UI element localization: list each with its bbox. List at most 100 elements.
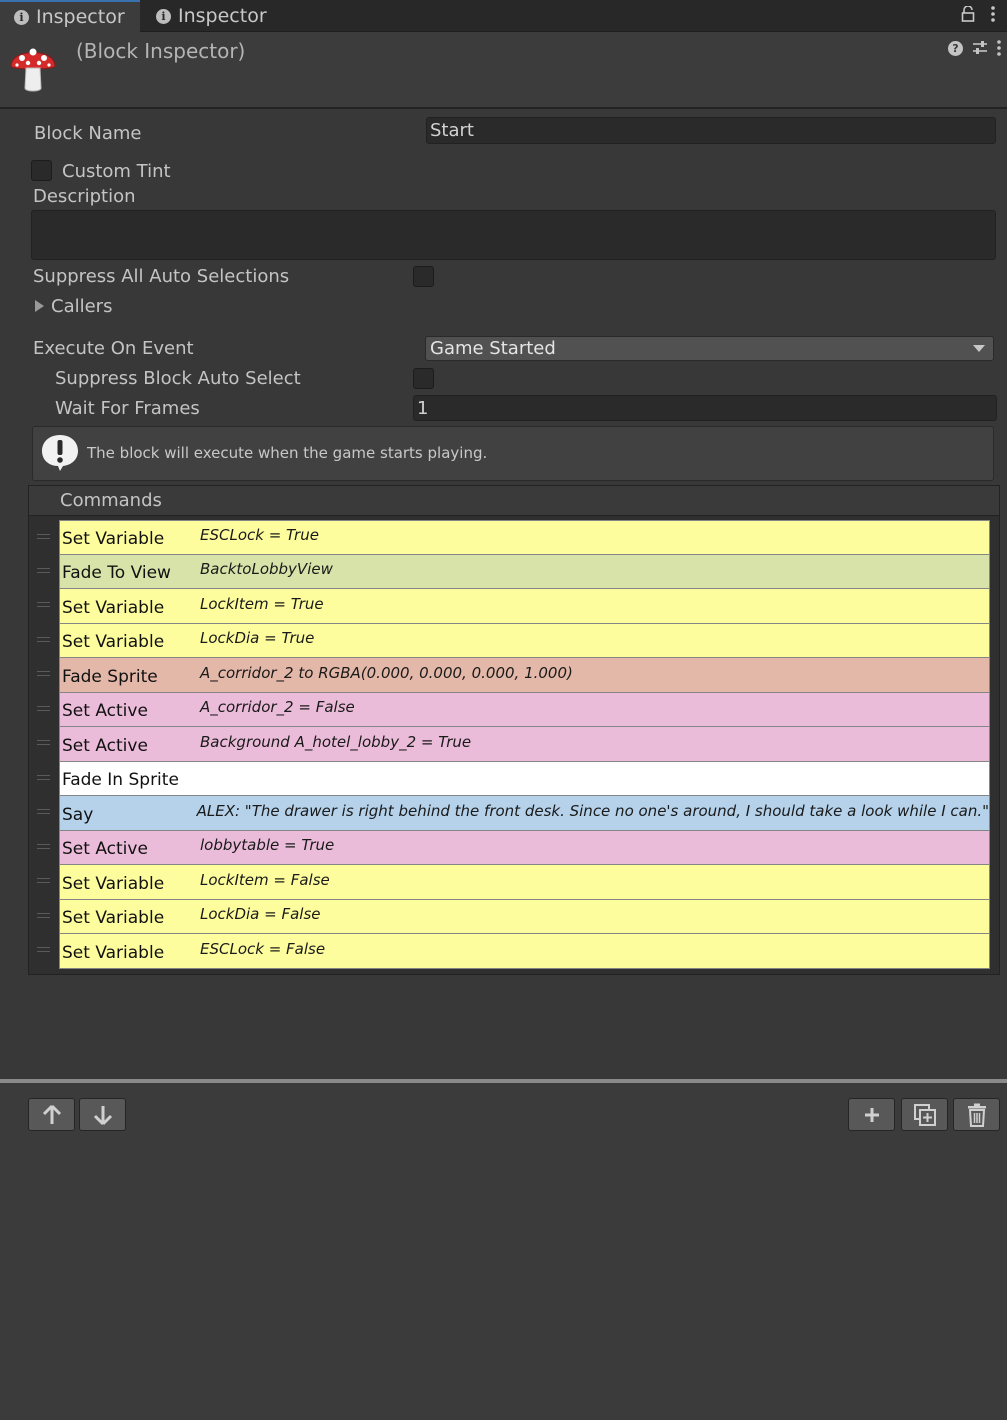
command-row[interactable]: Fade In Sprite — [37, 761, 990, 796]
help-icon[interactable]: ? — [948, 40, 963, 56]
callers-foldout-arrow-icon[interactable] — [35, 300, 44, 312]
wait-frames-label: Wait For Frames — [55, 398, 200, 419]
command-summary: Background A_hotel_lobby_2 = True — [200, 732, 472, 751]
tab-bar: i Inspector i Inspector — [0, 0, 1007, 32]
move-down-button[interactable] — [79, 1098, 126, 1131]
command-summary: LockItem = False — [200, 870, 330, 889]
presets-icon[interactable] — [972, 40, 988, 56]
command-name: Fade In Sprite — [62, 770, 179, 791]
chevron-down-icon — [973, 345, 985, 352]
drag-handle-icon[interactable] — [37, 740, 50, 745]
drag-handle-icon[interactable] — [37, 705, 50, 711]
delete-command-button[interactable] — [953, 1098, 1000, 1131]
drag-handle-icon[interactable] — [37, 602, 50, 607]
drag-handle-icon[interactable] — [37, 567, 50, 573]
command-summary: LockDia = False — [200, 905, 321, 924]
command-name: Set Variable — [62, 908, 165, 929]
execute-on-event-dropdown[interactable]: Game Started — [425, 336, 994, 361]
command-name: Set Variable — [62, 597, 165, 618]
command-row[interactable]: Set Variable ESCLock = False — [37, 934, 990, 969]
command-row[interactable]: Fade To View BacktoLobbyView — [37, 554, 990, 589]
suppress-all-label: Suppress All Auto Selections — [33, 266, 290, 287]
drag-handle-icon[interactable] — [37, 534, 50, 539]
command-summary: LockDia = True — [200, 629, 315, 648]
drag-handle-icon[interactable] — [37, 774, 50, 780]
drag-handle-icon[interactable] — [37, 636, 50, 642]
suppress-block-checkbox[interactable] — [413, 368, 434, 389]
drag-handle-icon[interactable] — [37, 809, 50, 814]
command-name: Fade To View — [62, 563, 171, 584]
command-summary: lobbytable = True — [200, 836, 335, 855]
command-toolbar — [0, 1083, 1007, 1420]
commands-header: Commands — [29, 486, 999, 516]
command-summary: A_corridor_2 to RGBA(0.000, 0.000, 0.000… — [200, 663, 573, 682]
command-row[interactable]: Fade Sprite A_corridor_2 to RGBA(0.000, 0… — [37, 658, 990, 693]
command-name: Say — [62, 804, 94, 825]
command-name: Set Variable — [62, 873, 165, 894]
command-row[interactable]: Set Variable LockDia = False — [37, 899, 990, 934]
command-summary: BacktoLobbyView — [200, 560, 333, 579]
command-row[interactable]: Set Variable LockItem = False — [37, 865, 990, 900]
plus-icon — [864, 1107, 879, 1122]
lock-icon[interactable] — [961, 6, 975, 22]
command-summary: ALEX: "The drawer is right behind the fr… — [196, 801, 989, 820]
command-row[interactable]: Set Active Background A_hotel_lobby_2 = T… — [37, 727, 990, 762]
help-box: The block will execute when the game sta… — [32, 426, 994, 481]
drag-handle-icon[interactable] — [37, 947, 50, 952]
drag-handle-icon[interactable] — [37, 912, 50, 918]
command-name: Fade Sprite — [62, 666, 158, 687]
description-label: Description — [33, 186, 136, 207]
warning-icon — [42, 435, 78, 471]
add-command-button[interactable] — [848, 1098, 895, 1131]
command-name: Set Active — [62, 839, 148, 860]
duplicate-icon — [913, 1103, 936, 1126]
drag-handle-icon[interactable] — [37, 671, 50, 676]
move-up-button[interactable] — [28, 1098, 75, 1131]
description-textarea[interactable] — [31, 210, 996, 260]
info-icon: i — [156, 8, 171, 24]
header-title: (Block Inspector) — [76, 39, 246, 63]
tab-inspector-1[interactable]: i Inspector — [0, 0, 140, 32]
drag-handle-icon[interactable] — [37, 878, 50, 883]
wait-frames-input[interactable]: 1 — [413, 395, 997, 421]
trash-icon — [967, 1103, 986, 1127]
kebab-menu-icon[interactable] — [991, 6, 995, 22]
custom-tint-label: Custom Tint — [62, 161, 171, 182]
command-row[interactable]: Set Variable LockDia = True — [37, 623, 990, 658]
command-summary: ESCLock = True — [200, 526, 319, 545]
command-row[interactable]: Set Variable LockItem = True — [37, 589, 990, 624]
tab-inspector-2[interactable]: i Inspector — [142, 0, 292, 32]
command-summary: LockItem = True — [200, 594, 324, 613]
duplicate-command-button[interactable] — [901, 1098, 948, 1131]
tab-label: Inspector — [36, 6, 125, 28]
command-row[interactable]: Say ALEX: "The drawer is right behind the… — [37, 796, 990, 831]
command-row[interactable]: Set Active lobbytable = True — [37, 830, 990, 865]
suppress-all-checkbox[interactable] — [413, 266, 434, 287]
help-text: The block will execute when the game sta… — [87, 444, 488, 462]
mushroom-icon — [10, 48, 56, 92]
suppress-block-label: Suppress Block Auto Select — [55, 368, 301, 389]
command-summary: ESCLock = False — [200, 939, 326, 958]
callers-foldout[interactable]: Callers — [51, 296, 112, 317]
commands-list: Set Variable ESCLock = True Fade To View Ba… — [37, 520, 990, 969]
block-name-input[interactable]: Start — [426, 117, 996, 144]
custom-tint-checkbox[interactable] — [31, 160, 52, 181]
arrow-down-icon — [93, 1105, 112, 1125]
execute-on-event-label: Execute On Event — [33, 338, 194, 359]
command-name: Set Active — [62, 701, 148, 722]
command-name: Set Active — [62, 735, 148, 756]
command-name: Set Variable — [62, 529, 165, 550]
tab-label: Inspector — [178, 5, 267, 27]
info-icon: i — [14, 9, 29, 25]
command-row[interactable]: Set Variable ESCLock = True — [37, 520, 990, 555]
block-name-label: Block Name — [34, 123, 142, 144]
drag-handle-icon[interactable] — [37, 843, 50, 849]
command-name: Set Variable — [62, 942, 165, 963]
execute-on-event-value: Game Started — [430, 338, 556, 359]
kebab-menu-icon[interactable] — [997, 40, 1001, 56]
inspector-header: (Block Inspector) ? — [0, 32, 1007, 109]
command-row[interactable]: Set Active A_corridor_2 = False — [37, 692, 990, 727]
arrow-up-icon — [42, 1104, 61, 1124]
command-summary: A_corridor_2 = False — [200, 698, 355, 717]
command-name: Set Variable — [62, 632, 165, 653]
